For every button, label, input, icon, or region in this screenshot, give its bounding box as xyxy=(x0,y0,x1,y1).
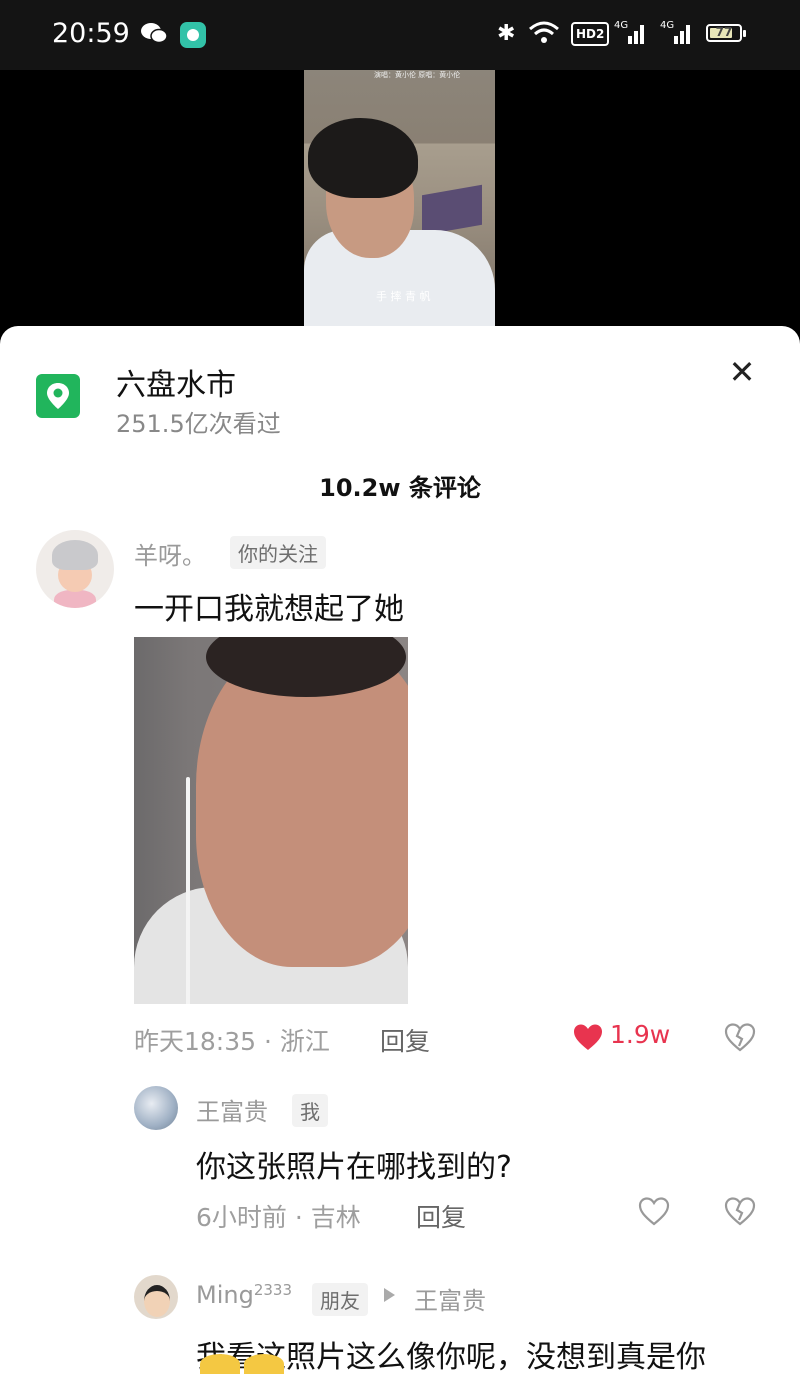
avatar[interactable] xyxy=(134,1086,178,1130)
reply-button[interactable]: 回复 xyxy=(380,1022,430,1058)
wifi-icon xyxy=(529,21,559,43)
hd-voice-icon: HD2 xyxy=(571,22,610,46)
comment-username[interactable]: Ming2333 xyxy=(196,1281,292,1309)
status-bar: 20:59 ✱ HD2 4G 4G 77 xyxy=(0,0,800,70)
follow-badge: 你的关注 xyxy=(230,536,326,569)
username-suffix: 2333 xyxy=(253,1281,293,1299)
status-time: 20:59 xyxy=(52,18,130,49)
heart-icon[interactable] xyxy=(572,1022,604,1052)
battery-level: 77 xyxy=(715,25,733,39)
avatar[interactable] xyxy=(36,530,114,608)
wechat-icon xyxy=(141,23,168,44)
signal-icon: 4G xyxy=(660,20,694,46)
emoji-icon xyxy=(200,1354,240,1374)
username-text: Ming xyxy=(196,1281,254,1309)
network-label: 4G xyxy=(614,20,629,31)
video-player[interactable]: 演唱：黄小伦 原唱：黄小伦 手 摔 青 帆 xyxy=(0,70,800,332)
broken-heart-icon[interactable] xyxy=(724,1022,756,1052)
reply-to-username[interactable]: 王富贵 xyxy=(414,1281,486,1316)
network-label: 4G xyxy=(660,20,675,31)
location-title[interactable]: 六盘水市 xyxy=(116,360,236,404)
comment-text: 一开口我就想起了她 xyxy=(134,592,404,627)
close-icon[interactable]: ✕ xyxy=(722,352,762,392)
comment-username[interactable]: 羊呀。 xyxy=(134,536,206,571)
location-views: 251.5亿次看过 xyxy=(116,410,281,438)
map-pin-icon[interactable] xyxy=(36,374,80,418)
comment-count: 10.2w 条评论 xyxy=(319,474,481,502)
comment-sheet: 六盘水市 251.5亿次看过 ✕ 10.2w 条评论 羊呀。 你的关注 一开口我… xyxy=(0,326,800,1387)
friend-badge: 朋友 xyxy=(312,1283,368,1316)
comment-username[interactable]: 王富贵 xyxy=(196,1092,268,1127)
self-badge: 我 xyxy=(292,1094,328,1127)
reply-arrow-icon xyxy=(384,1288,395,1302)
battery-icon: 77 xyxy=(706,24,746,42)
heart-icon[interactable] xyxy=(638,1196,670,1226)
bluetooth-icon: ✱ xyxy=(497,21,516,46)
broken-heart-icon[interactable] xyxy=(724,1196,756,1226)
video-caption: 手 摔 青 帆 xyxy=(376,290,431,303)
emoji-icon xyxy=(244,1354,284,1374)
comment-meta: 6小时前 · 吉林 xyxy=(196,1203,361,1232)
app-notification-icon xyxy=(180,22,206,48)
video-credits: 演唱：黄小伦 原唱：黄小伦 xyxy=(374,71,461,79)
reply-button[interactable]: 回复 xyxy=(416,1198,466,1234)
comment-text: 你这张照片在哪找到的? xyxy=(196,1150,512,1185)
comment-image[interactable] xyxy=(134,637,408,1004)
comment-meta: 昨天18:35 · 浙江 xyxy=(134,1027,330,1056)
video-thumbnail[interactable]: 演唱：黄小伦 原唱：黄小伦 手 摔 青 帆 xyxy=(304,70,495,332)
like-count: 1.9w xyxy=(610,1020,671,1049)
avatar[interactable] xyxy=(134,1275,178,1319)
signal-icon: 4G xyxy=(614,20,648,46)
